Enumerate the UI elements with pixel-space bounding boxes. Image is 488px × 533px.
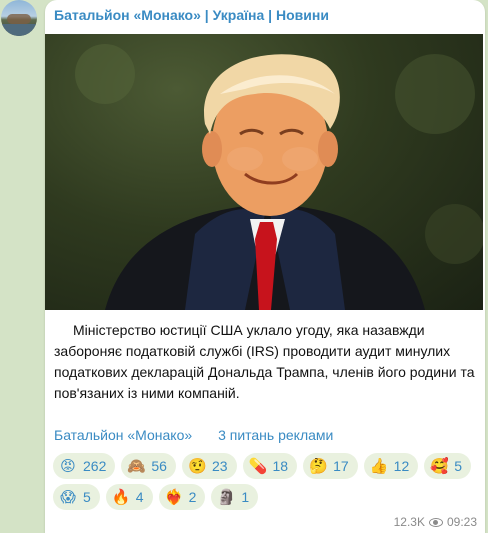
- post-photo[interactable]: [45, 34, 483, 310]
- thumbs-up-icon: 👍: [369, 458, 389, 475]
- reaction-count: 12: [393, 458, 410, 474]
- message-meta: 12.3K 09:23: [394, 515, 477, 529]
- reaction-monkey[interactable]: 🙈 56: [121, 453, 176, 479]
- reaction-count: 17: [333, 458, 349, 474]
- reaction-moai[interactable]: 🗿 1: [211, 484, 259, 510]
- avatar-water-shape: [1, 24, 37, 36]
- reaction-count: 5: [83, 489, 91, 505]
- post-links: Батальйон «Монако» 3 питань реклами: [54, 427, 333, 443]
- reaction-hearts-face[interactable]: 🥰 5: [424, 453, 472, 479]
- heart-on-fire-icon: ❤️‍🔥: [164, 489, 184, 506]
- reaction-thinking[interactable]: 🤔 17: [303, 453, 358, 479]
- channel-avatar[interactable]: [1, 0, 37, 36]
- reaction-angry[interactable]: 😡 262: [53, 453, 116, 479]
- reaction-count: 5: [454, 458, 463, 474]
- reaction-count: 56: [151, 458, 167, 474]
- reaction-fire[interactable]: 🔥 4: [105, 484, 153, 510]
- post-text: Міністерство юстиції США уклало угоду, я…: [54, 322, 475, 401]
- reaction-raised-eyebrow[interactable]: 🤨 23: [181, 453, 237, 479]
- see-no-evil-monkey-icon: 🙈: [127, 458, 147, 475]
- ad-questions-link[interactable]: 3 питань реклами: [218, 427, 333, 443]
- reaction-count: 2: [188, 489, 197, 505]
- channel-name[interactable]: Батальйон «Монако» | Україна | Новини: [54, 7, 329, 23]
- reactions-bar: 😡 262 🙈 56 🤨 23 💊 18 🤔 17 👍 12 🥰 5 😱 5 🔥…: [53, 453, 483, 515]
- reaction-thumbs-up[interactable]: 👍 12: [363, 453, 419, 479]
- view-count: 12.3K: [393, 515, 425, 529]
- raised-eyebrow-face-icon: 🤨: [187, 458, 207, 475]
- reaction-count: 1: [241, 489, 250, 505]
- reactions-row: 😡 262 🙈 56 🤨 23 💊 18 🤔 17 👍 12 🥰 5: [53, 453, 483, 479]
- reaction-count: 18: [272, 458, 289, 474]
- reaction-count: 23: [211, 458, 228, 474]
- reaction-pill[interactable]: 💊 18: [242, 453, 298, 479]
- fire-icon: 🔥: [111, 489, 131, 506]
- reaction-screaming[interactable]: 😱 5: [53, 484, 100, 510]
- reaction-count: 262: [83, 458, 107, 474]
- reactions-row: 😱 5 🔥 4 ❤️‍🔥 2 🗿 1: [53, 484, 483, 510]
- screaming-face-icon: 😱: [60, 489, 76, 506]
- reaction-heart-fire[interactable]: ❤️‍🔥 2: [158, 484, 206, 510]
- avatar-landscape-shape: [7, 14, 31, 24]
- message-time: 09:23: [446, 515, 477, 529]
- eye-icon: [428, 517, 443, 527]
- thinking-face-icon: 🤔: [309, 458, 328, 475]
- angry-face-icon: 😡: [60, 458, 76, 475]
- pill-icon: 💊: [248, 458, 268, 475]
- reaction-count: 4: [135, 489, 144, 505]
- portrait-illustration: [75, 44, 483, 310]
- moai-icon: 🗿: [217, 489, 237, 506]
- smiling-hearts-face-icon: 🥰: [430, 458, 449, 475]
- channel-link[interactable]: Батальйон «Монако»: [54, 427, 192, 443]
- message-bubble: Батальйон «Монако» | Україна | Новини Мі…: [45, 0, 485, 533]
